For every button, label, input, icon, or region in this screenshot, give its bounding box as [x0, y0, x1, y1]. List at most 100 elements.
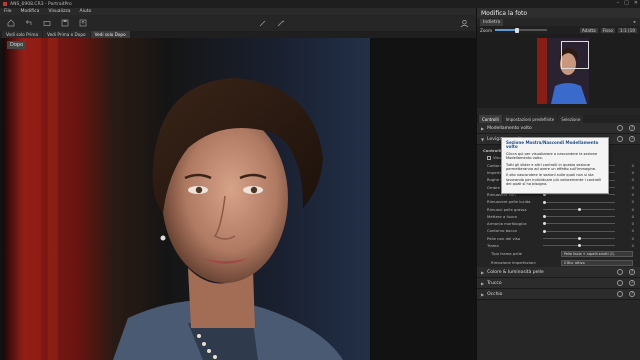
tab-selection[interactable]: Selezione [558, 115, 584, 123]
section-eyes[interactable]: ▶ Occhio ? [477, 289, 640, 301]
toggle-icon[interactable] [617, 269, 623, 276]
help-icon[interactable]: ? [629, 269, 635, 276]
slider-value: 0 [631, 177, 634, 183]
toggle-icon[interactable] [617, 136, 623, 142]
tab-before-only[interactable]: Vedi solo Prima [2, 31, 43, 38]
slider-handle[interactable] [542, 229, 546, 233]
export-icon[interactable] [78, 18, 88, 28]
select-label: Tipo trama pelle [491, 251, 522, 257]
zoom-row: Zoom Adatta Fisso 1:1 (10 [477, 26, 640, 34]
collapse-icon[interactable]: ▸ [634, 20, 636, 25]
blemish-select[interactable]: Il Blur attivo [561, 259, 633, 266]
close-icon[interactable]: ✕ [634, 0, 638, 6]
texture-select[interactable]: Pelle liscia + capelli sciolti (1) [561, 250, 633, 257]
zoom-100-button[interactable]: 1:1 (10 [617, 27, 637, 33]
slider-track[interactable] [542, 229, 615, 233]
tab-controls[interactable]: Controlli [479, 115, 502, 123]
pen-icon[interactable] [276, 18, 286, 28]
slider-track[interactable] [543, 244, 615, 248]
menu-edit[interactable]: Modifica [21, 9, 40, 14]
section-label: Occhio [487, 291, 503, 297]
toggle-icon[interactable] [617, 291, 623, 298]
zoom-fixed-button[interactable]: Fisso [600, 27, 615, 33]
undo-row: Indietro ▸ [477, 18, 640, 26]
section-makeup[interactable]: ▶ Trucco ? [477, 278, 640, 290]
user-settings-icon[interactable] [459, 18, 469, 28]
slider-handle[interactable] [542, 200, 546, 204]
slider-track[interactable] [542, 215, 615, 219]
slider-label: Mettere a fuoco [487, 213, 517, 219]
help-icon[interactable]: ? [629, 136, 635, 142]
slider-label: Armonia morfologica [487, 221, 527, 227]
menu-file[interactable]: File [4, 9, 12, 14]
section-label: Colore & luminosità pelle [487, 269, 544, 275]
portrait-photo: Dopo [3, 38, 370, 360]
zoom-fit-button[interactable]: Adatta [579, 27, 598, 33]
slider-track[interactable] [543, 207, 615, 211]
tab-before-after[interactable]: Vedi Prima e Dopo [43, 31, 90, 38]
save-icon[interactable] [60, 18, 70, 28]
slider-value: 0 [631, 199, 634, 205]
toolbar [0, 15, 476, 31]
section-face-sculpt[interactable]: ▶ Modellamento volto ? [477, 123, 640, 134]
menu-view[interactable]: Visualizza [48, 9, 70, 14]
collapse-arrow-icon: ▼ [481, 136, 485, 142]
slider-row: Trama 0 [477, 242, 640, 249]
open-folder-icon[interactable] [42, 18, 52, 28]
slider-row: Rimuovere pelle lucida 0 [477, 198, 640, 205]
help-tooltip: Sezione Mostra/Nascondi Modellamento vol… [501, 137, 609, 194]
slider-handle[interactable] [577, 244, 581, 248]
tab-presets[interactable]: Impostazioni predefinite [502, 115, 558, 123]
undo-button[interactable]: Indietro [480, 18, 504, 26]
help-icon[interactable]: ? [629, 291, 635, 298]
slider-label: Pelle non del viso [487, 235, 521, 241]
section-label: Modellamento volto [487, 125, 532, 131]
select-label: Rimozione imperfezioni [491, 260, 536, 266]
zoom-slider[interactable] [495, 27, 548, 33]
slider-label: Trama [487, 243, 499, 248]
slider-row: Pelle non del viso 0 [477, 235, 640, 242]
menu-help[interactable]: Aiuto [80, 9, 92, 14]
slider-value: 0 [631, 170, 634, 176]
navigator-view-frame[interactable] [561, 41, 589, 69]
expand-arrow-icon: ▶ [481, 280, 485, 286]
slider-value: 0 [631, 191, 634, 197]
visualize-checkbox[interactable] [487, 155, 491, 160]
slider-value: 0 [631, 213, 634, 219]
slider-label: Contorno bocca [487, 228, 517, 234]
slider-track[interactable] [543, 237, 615, 241]
app-icon [3, 2, 7, 6]
expand-arrow-icon: ▶ [481, 125, 485, 131]
expand-arrow-icon: ▶ [481, 291, 485, 297]
undo-icon[interactable] [24, 18, 34, 28]
window-title: ANS_6908.CR3 - PortraitPro [10, 1, 72, 7]
section-skin-color[interactable]: ▶ Colore & luminosità pelle ? [477, 267, 640, 279]
slider-row: Rimuovi pelle grassa 0 [477, 205, 640, 212]
maximize-icon[interactable]: □ [624, 0, 629, 6]
help-icon[interactable]: ? [629, 125, 635, 131]
home-icon[interactable] [6, 18, 16, 28]
toggle-icon[interactable] [617, 125, 623, 131]
slider-row: Armonia morfologica 0 [477, 220, 640, 227]
slider-track[interactable] [542, 200, 615, 204]
zoom-slider-knob[interactable] [514, 27, 519, 33]
minimize-icon[interactable]: – [617, 0, 620, 6]
slider-track[interactable] [542, 193, 615, 197]
tab-after-only[interactable]: Vedi solo Dopo [90, 31, 130, 38]
toggle-icon[interactable] [617, 280, 623, 287]
tooltip-paragraph-1: Clicca qui per visualizzare o nascondere… [506, 151, 598, 161]
brush-icon[interactable] [258, 18, 268, 28]
slider-handle[interactable] [542, 215, 546, 219]
slider-value: 0 [631, 235, 634, 241]
slider-handle[interactable] [577, 237, 581, 241]
slider-handle[interactable] [577, 207, 581, 211]
slider-label: Rimuovi pelle grassa [487, 206, 527, 212]
help-icon[interactable]: ? [629, 280, 635, 287]
tooltip-paragraph-2: Tutti gli slider e altri controlli in qu… [506, 162, 597, 172]
slider-track[interactable] [542, 222, 615, 226]
navigator-thumbnail[interactable] [477, 34, 640, 108]
image-canvas[interactable]: Dopo [0, 38, 476, 360]
section-label: Trucco [487, 280, 502, 286]
slider-handle[interactable] [542, 222, 546, 226]
expand-arrow-icon: ▶ [481, 269, 485, 275]
